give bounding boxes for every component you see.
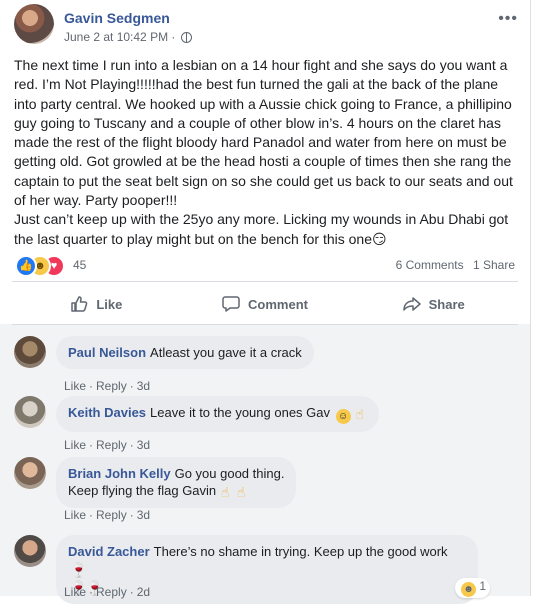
comment-bubble: Brian John Kelly Go you good thing. Keep … bbox=[56, 457, 297, 508]
comment-reply-link[interactable]: Reply bbox=[96, 585, 127, 599]
commenter-avatar[interactable] bbox=[14, 535, 46, 567]
comment-time[interactable]: 3d bbox=[137, 438, 150, 452]
comment-button[interactable]: Comment bbox=[181, 286, 350, 322]
comments-count[interactable]: 6 Comments bbox=[396, 258, 464, 272]
like-reaction-icon[interactable]: 👍 bbox=[15, 255, 37, 277]
comment-text: Atleast you gave it a crack bbox=[150, 345, 302, 360]
like-button[interactable]: Like bbox=[12, 286, 181, 322]
post-text: The next time I run into a lesbian on a … bbox=[14, 56, 514, 249]
share-arrow-icon bbox=[402, 297, 421, 311]
reaction-count[interactable]: 45 bbox=[73, 258, 86, 272]
comment-reply-link[interactable]: Reply bbox=[96, 379, 127, 393]
author-avatar[interactable] bbox=[14, 4, 54, 44]
comment-like-link[interactable]: Like bbox=[64, 585, 86, 599]
globe-icon bbox=[180, 32, 192, 43]
author-name[interactable]: Gavin Sedgmen bbox=[64, 10, 170, 26]
shares-count[interactable]: 1 Share bbox=[473, 258, 515, 272]
commenter-name[interactable]: David Zacher bbox=[68, 544, 150, 559]
comment-text: There’s no shame in trying. Keep up the … bbox=[153, 544, 448, 559]
post-card: Gavin Sedgmen June 2 at 10:42 PM · ••• T… bbox=[0, 0, 531, 604]
action-bar: Like Comment Share bbox=[12, 286, 518, 322]
share-label: Share bbox=[428, 296, 465, 312]
comment-text: Go you good thing. bbox=[174, 466, 285, 481]
comment-actions: Like · Reply · 2d bbox=[64, 585, 151, 599]
comment-actions: Like · Reply · 3d bbox=[64, 379, 151, 393]
wink-emoji-icon: ☺ bbox=[335, 409, 351, 424]
wine-glass-icon: 🍷 bbox=[70, 562, 88, 578]
divider bbox=[12, 281, 518, 282]
post-date[interactable]: June 2 at 10:42 PM bbox=[64, 30, 168, 44]
commenter-avatar[interactable] bbox=[14, 396, 46, 428]
meta-separator: · bbox=[171, 30, 176, 44]
comment-like-link[interactable]: Like bbox=[64, 438, 86, 452]
comment-like-link[interactable]: Like bbox=[64, 508, 86, 522]
post-header: Gavin Sedgmen June 2 at 10:42 PM · ••• bbox=[14, 4, 524, 48]
like-label: Like bbox=[96, 296, 123, 312]
commenter-avatar[interactable] bbox=[14, 336, 46, 368]
smirk-emoji-icon: 😏 bbox=[372, 230, 387, 247]
comment-bubble: Paul Neilson Atleast you gave it a crack bbox=[56, 336, 314, 369]
comment-actions: Like · Reply · 3d bbox=[64, 438, 151, 452]
thumbs-up-icon bbox=[71, 296, 88, 312]
comment-time[interactable]: 2d bbox=[137, 585, 150, 599]
pointing-hand-icon: ☝ bbox=[236, 484, 246, 500]
share-button[interactable]: Share bbox=[349, 286, 518, 322]
post-body: The next time I run into a lesbian on a … bbox=[14, 57, 513, 247]
reaction-bar: 👍 ☻ ♥ 45 6 Comments 1 Share bbox=[15, 255, 515, 277]
comment-reply-link[interactable]: Reply bbox=[96, 438, 127, 452]
more-dots-icon[interactable]: ••• bbox=[498, 10, 518, 28]
commenter-name[interactable]: Paul Neilson bbox=[68, 345, 146, 360]
comment-time[interactable]: 3d bbox=[137, 379, 150, 393]
pointing-hand-icon: ☝ bbox=[355, 406, 364, 422]
comment-reaction-count: 1 bbox=[479, 579, 486, 593]
commenter-name[interactable]: Keith Davies bbox=[68, 405, 146, 420]
comment-bubble-icon bbox=[222, 296, 240, 312]
comment-reply-link[interactable]: Reply bbox=[96, 508, 127, 522]
post-meta: June 2 at 10:42 PM · bbox=[64, 30, 192, 44]
divider bbox=[12, 324, 518, 325]
haha-reaction-icon: ☻ bbox=[460, 582, 476, 597]
pointing-hand-icon: ☝ bbox=[220, 484, 230, 500]
comment-actions: Like · Reply · 3d bbox=[64, 508, 151, 522]
comment-bubble: Keith Davies Leave it to the young ones G… bbox=[56, 396, 379, 432]
comment-text: Leave it to the young ones Gav bbox=[150, 405, 331, 420]
comments-section: Paul Neilson Atleast you gave it a crack … bbox=[0, 324, 530, 604]
comment-text-line2: Keep flying the flag Gavin bbox=[68, 483, 217, 498]
commenter-name[interactable]: Brian John Kelly bbox=[68, 466, 171, 481]
commenter-avatar[interactable] bbox=[14, 457, 46, 489]
comment-time[interactable]: 3d bbox=[137, 508, 150, 522]
comment-reaction-badge[interactable]: ☻ 1 bbox=[454, 578, 490, 598]
comment-like-link[interactable]: Like bbox=[64, 379, 86, 393]
comment-label: Comment bbox=[248, 296, 308, 312]
engagement-counts: 6 Comments 1 Share bbox=[390, 258, 515, 272]
